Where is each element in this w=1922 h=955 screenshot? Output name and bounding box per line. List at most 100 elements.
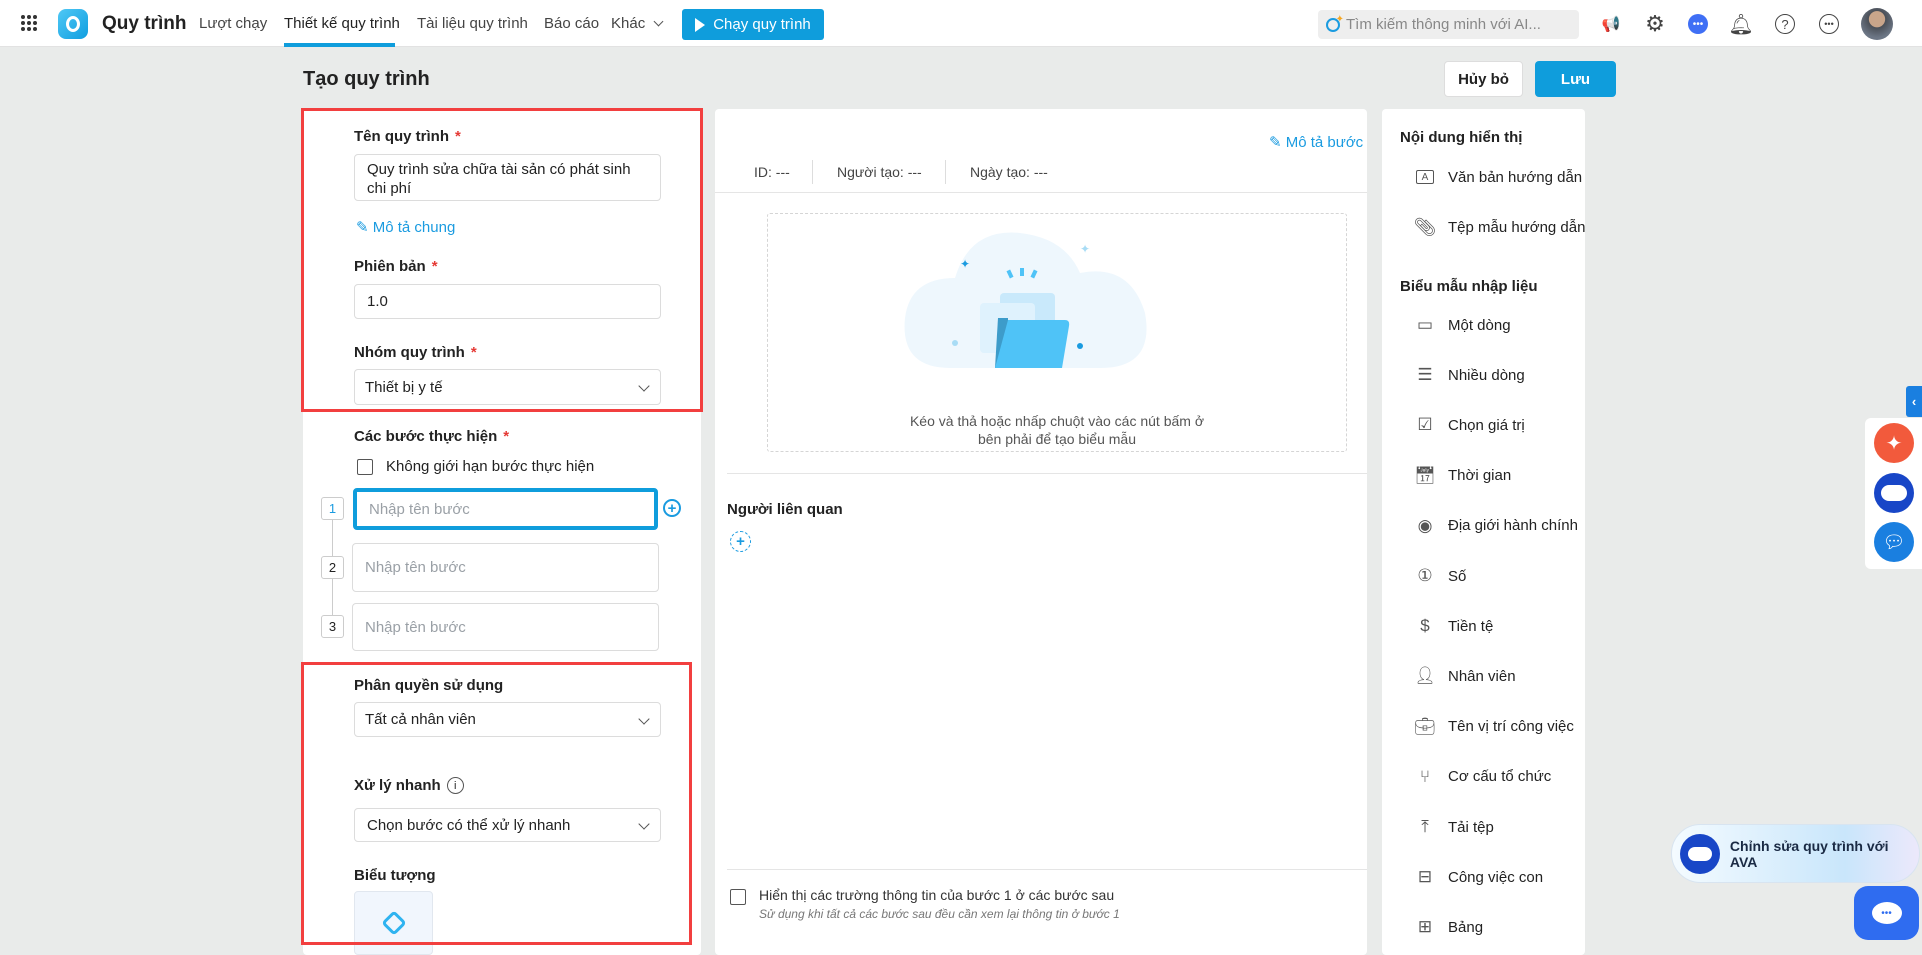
show-step1-fields-checkbox[interactable] <box>730 889 746 905</box>
svg-text:✦: ✦ <box>960 257 970 271</box>
ai-search-icon: ✦ <box>1326 14 1344 32</box>
edit-icon: ✎ <box>356 219 369 236</box>
process-symbol-icon <box>380 910 407 936</box>
toolbox-item-label: Số <box>1448 567 1467 585</box>
toolbox-item[interactable]: 👤︎ Nhân viên <box>1414 665 1516 687</box>
apps-grid-icon[interactable] <box>21 15 37 31</box>
messaging-button[interactable]: 💬︎ <box>1874 522 1914 562</box>
toolbox-item-label: Tên vị trí công việc <box>1448 718 1574 736</box>
toolbox-item-label: Công việc con <box>1448 868 1544 886</box>
quick-process-select[interactable]: Chọn bước có thể xử lý nhanh <box>354 808 661 842</box>
help-icon[interactable]: ? <box>1773 12 1797 36</box>
chat-icon[interactable]: ••• <box>1686 12 1710 36</box>
divider <box>727 869 1367 870</box>
show-step1-fields-label: Hiển thị các trường thông tin của bước 1… <box>759 887 1115 903</box>
name-label: Tên quy trình * <box>354 128 461 145</box>
unlimited-steps-checkbox[interactable]: Không giới hạn bước thực hiện <box>357 458 594 475</box>
step-name-input[interactable]: Nhập tên bước <box>352 603 659 651</box>
process-id: ID: --- <box>754 164 790 180</box>
nav-reports[interactable]: Báo cáo <box>544 15 599 32</box>
nav-design[interactable]: Thiết kế quy trình <box>284 15 400 32</box>
ava-edit-button[interactable]: Chỉnh sửa quy trình với AVA <box>1671 824 1920 883</box>
toolbox-item-label: Nhiều dòng <box>1448 366 1525 384</box>
general-description-link[interactable]: ✎ Mô tả chung <box>356 218 455 236</box>
collapse-sidebar-tab[interactable]: ‹ <box>1906 386 1922 417</box>
run-process-button[interactable]: Chạy quy trình <box>682 9 824 40</box>
table-icon: ⊞ <box>1417 917 1433 937</box>
group-label: Nhóm quy trình * <box>354 344 477 361</box>
group-select[interactable]: Thiết bị y tế <box>354 369 661 405</box>
edit-icon: ✎ <box>1269 134 1282 151</box>
search-input[interactable]: ✦ Tìm kiếm thông minh với AI... <box>1318 10 1579 39</box>
toolbox-item-label: Chọn giá trị <box>1448 416 1525 434</box>
chevron-down-icon <box>638 712 650 725</box>
toolbox-item-label: Nhân viên <box>1448 667 1516 685</box>
process-icon-picker[interactable] <box>354 891 433 955</box>
add-related-person-icon[interactable]: + <box>730 531 751 552</box>
toolbox-item[interactable]: ① Số <box>1414 565 1466 587</box>
nav-more[interactable]: Khác <box>611 15 664 32</box>
toolbox-item-guide-file[interactable]: 📎︎ Tệp mẫu hướng dẫn <box>1414 216 1586 238</box>
toolbox-item[interactable]: 📅︎ Thời gian <box>1414 465 1511 487</box>
toolbox-item[interactable]: ☰ Nhiều dòng <box>1414 364 1525 386</box>
toolbox-item[interactable]: $ Tiền tệ <box>1414 615 1493 637</box>
divider <box>715 192 1367 193</box>
process-name-input[interactable]: Quy trình sửa chữa tài sản có phát sinh … <box>354 154 661 201</box>
toolbox-item-label: Tiền tệ <box>1448 617 1494 635</box>
add-step-icon[interactable]: + <box>663 499 681 517</box>
gear-icon[interactable]: ⚙ <box>1643 11 1667 36</box>
toolbox-item[interactable]: 💼︎ Tên vị trí công việc <box>1414 716 1574 738</box>
chevron-down-icon <box>638 818 650 830</box>
avatar[interactable] <box>1861 8 1893 40</box>
drop-zone-hint-line: Kéo và thả hoặc nhấp chuột vào các nút b… <box>909 413 1205 429</box>
number-icon: ① <box>1417 566 1433 585</box>
app-logo <box>58 9 88 39</box>
single-line-icon: ▭ <box>1416 315 1434 334</box>
step-name-input[interactable]: Nhập tên bước <box>352 543 659 592</box>
toolbox-item[interactable]: ⤒ Tải tệp <box>1414 816 1494 838</box>
currency-icon: $ <box>1420 616 1430 636</box>
divider <box>812 160 813 184</box>
input-form-header: Biểu mẫu nhập liệu <box>1400 278 1538 295</box>
ai-sparkle-button[interactable]: ✦ <box>1874 423 1914 463</box>
cancel-button[interactable]: Hủy bỏ <box>1444 61 1523 97</box>
toolbox-item-label: Bảng <box>1448 918 1484 936</box>
steps-label: Các bước thực hiện * <box>354 428 510 445</box>
nav-runs[interactable]: Lượt chạy <box>199 15 267 32</box>
toolbox-item-guide-text[interactable]: A Văn bản hướng dẫn <box>1414 166 1582 188</box>
step-name-input[interactable]: Nhập tên bước <box>353 488 658 530</box>
toolbox-item[interactable]: ⊟ Công việc con <box>1414 866 1543 888</box>
nav-more-label: Khác <box>611 15 646 32</box>
megaphone-icon[interactable]: 📢 <box>1599 12 1623 36</box>
toolbox-item[interactable]: ◉ Địa giới hành chính <box>1414 515 1578 537</box>
upload-icon: ⤒ <box>1421 817 1429 836</box>
nav-documents[interactable]: Tài liệu quy trình <box>417 15 528 32</box>
icon-label: Biểu tượng <box>354 867 436 884</box>
ava-bot-button[interactable] <box>1874 473 1914 513</box>
info-icon[interactable]: i <box>446 777 464 794</box>
step-description-link[interactable]: ✎ Mô tả bước <box>1269 133 1363 151</box>
support-chat-button[interactable]: ••• <box>1854 886 1919 940</box>
more-icon[interactable]: ••• <box>1817 12 1841 36</box>
chevron-down-icon <box>638 380 650 392</box>
calendar-icon: 📅︎ <box>1414 465 1436 485</box>
related-people-label: Người liên quan <box>727 501 843 518</box>
permission-select[interactable]: Tất cả nhân viên <box>354 702 661 737</box>
toolbox-item-label: Tải tệp <box>1448 818 1494 836</box>
search-placeholder: Tìm kiếm thông minh với AI... <box>1346 16 1541 33</box>
chevron-down-icon <box>653 16 664 27</box>
app-name: Quy trình <box>102 13 187 34</box>
toolbox-item[interactable]: ▭ Một dòng <box>1414 314 1511 336</box>
toolbox-item[interactable]: ⑂ Cơ cấu tổ chức <box>1414 766 1551 788</box>
toolbox-item[interactable]: ⊞ Bảng <box>1414 916 1483 938</box>
save-button[interactable]: Lưu <box>1535 61 1616 97</box>
bell-icon[interactable]: 🔔︎ <box>1728 12 1753 36</box>
creator: Người tạo: --- <box>837 164 922 180</box>
checkbox-icon <box>357 458 373 475</box>
version-input[interactable]: 1.0 <box>354 284 661 319</box>
divider <box>727 473 1367 474</box>
toolbox-item[interactable]: ☑ Chọn giá trị <box>1414 414 1525 436</box>
play-icon <box>695 17 706 32</box>
drop-zone-hint-line: bên phải để tạo biểu mẫu <box>977 431 1136 447</box>
active-tab-indicator <box>284 43 395 47</box>
